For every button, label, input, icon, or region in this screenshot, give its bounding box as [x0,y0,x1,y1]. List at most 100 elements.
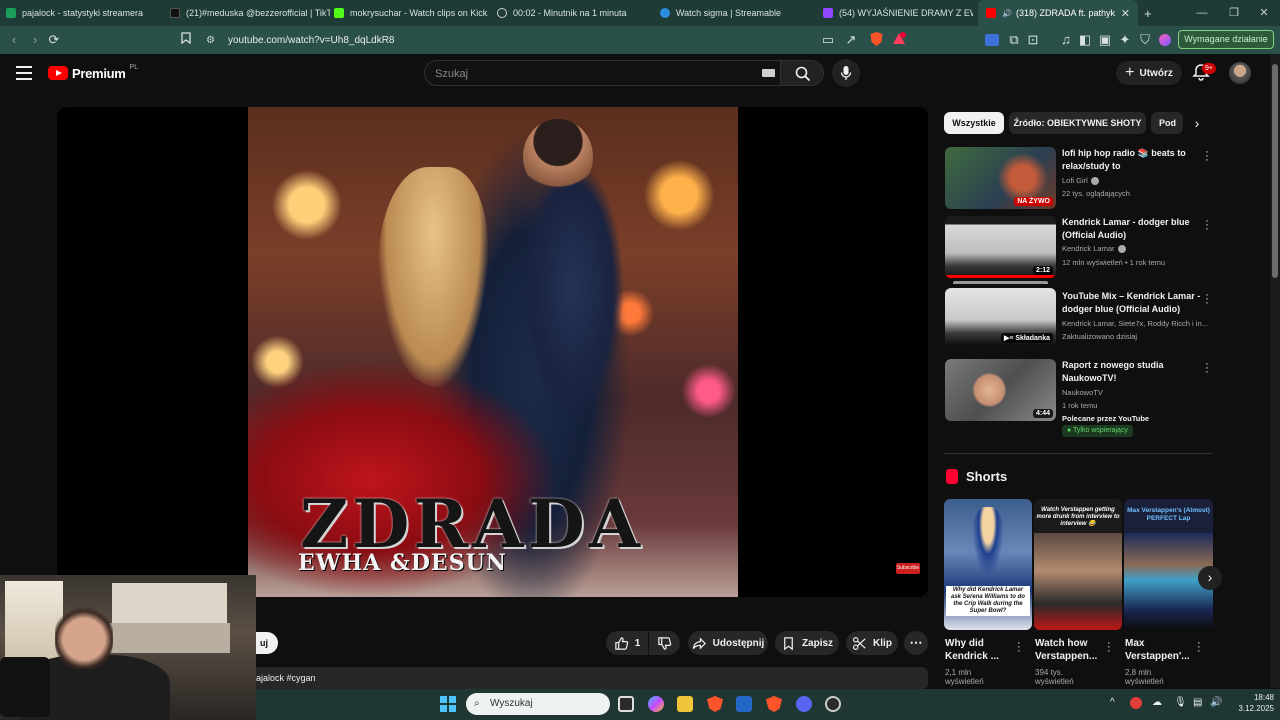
scrollbar-thumb[interactable] [1272,64,1278,278]
kebab-menu-icon[interactable]: · · · [1197,638,1201,657]
address-bar[interactable]: ⚙ youtube.com/watch?v=Uh8_dqLdkR8 [198,29,912,51]
chip-source[interactable]: Źródło: OBIEKTYWNE SHOTY [1009,112,1146,134]
like-button[interactable]: 1 [606,631,648,655]
site-info-icon[interactable]: ⚙ [206,35,220,46]
shorts-icon [946,469,958,484]
vpn-icon[interactable]: ⛉ [1137,32,1153,48]
action-required-button[interactable]: Wymagane działanie [1178,30,1274,49]
taskbar-search[interactable]: ⌕ Wyszukaj [466,693,610,715]
plus-icon: + [1125,64,1135,81]
list-item[interactable]: ▶≡ Składanka YouTube Mix – Kendrick Lama… [945,281,1213,348]
clock-time: 18:48 [1253,693,1274,702]
live-badge: NA ŻYWO [1014,197,1053,206]
list-item[interactable]: 4:44 Raport z nowego studia NaukowoTV! N… [945,359,1213,439]
keyboard-icon[interactable] [762,69,775,77]
chip-all[interactable]: Wszystkie [944,112,1004,134]
kebab-menu-icon[interactable]: · · · [1017,638,1021,657]
browser-tab-active[interactable]: 🔊 (318) ZDRADA ft. pathyk - Yo ✕ [978,0,1138,26]
screenshot-icon[interactable]: ⊡ [1025,32,1041,48]
search-input[interactable] [435,66,735,81]
search-button[interactable] [780,60,824,86]
short-title[interactable]: Max Verstappen'... [1125,637,1199,663]
microsoft-store-icon[interactable] [736,696,752,712]
short-thumbnail[interactable]: Watch Verstappen getting more drunk from… [1034,499,1122,630]
chip-more[interactable]: Pod [1151,112,1183,134]
share-page-icon[interactable]: ↗ [843,32,859,48]
network-icon[interactable]: ▤ [1193,697,1202,708]
microphone-icon[interactable]: 🎙 [1174,697,1187,708]
media-icon[interactable]: ♫ [1058,32,1074,48]
video-title: lofi hip hop radio 📚 beats to relax/stud… [1062,148,1186,171]
youtube-premium-logo[interactable]: Premium PL [48,64,138,81]
copilot-icon[interactable] [648,696,664,712]
browser-tab[interactable]: mokrysuchar - Watch clips on Kick [334,0,492,26]
description-box[interactable]: ajalock #cygan [244,667,928,689]
subscribe-watermark[interactable]: Subscribe [896,563,920,574]
tray-app-icon[interactable] [1130,697,1142,709]
kebab-menu-icon[interactable]: · · · [1204,359,1210,378]
puzzle-extensions-icon[interactable]: ⧉ [1006,32,1022,48]
new-tab-icon[interactable]: + [1144,0,1160,26]
dislike-button[interactable] [649,631,680,655]
tab-title: mokrysuchar - Watch clips on Kick [350,8,488,18]
speaker-icon: 🔊 [1002,8,1012,18]
list-item[interactable]: 2:12 Kendrick Lamar - dodger blue (Offic… [945,216,1213,280]
kebab-menu-icon[interactable]: · · · [1204,147,1210,166]
url-text: youtube.com/watch?v=Uh8_dqLdkR8 [228,34,395,46]
clip-button[interactable]: Klip [846,631,898,655]
browser-tab[interactable]: 00:02 - Minutnik na 1 minuta [497,0,655,26]
restore-icon[interactable]: ❐ [1218,0,1250,26]
system-clock[interactable]: 18:48 3.12.2025 [1228,692,1274,714]
watch-progress-bar [945,275,1056,278]
short-title[interactable]: Watch how Verstappen... [1035,637,1109,663]
share-button[interactable]: Udostępnij [688,631,768,655]
minimize-icon[interactable]: — [1186,0,1218,26]
brave-shields-icon[interactable] [868,32,884,48]
extension-icon[interactable] [985,32,1001,48]
forward-icon[interactable]: › [27,32,43,48]
video-title: YouTube Mix – Kendrick Lamar - dodger bl… [1062,291,1201,314]
task-view-icon[interactable] [618,696,634,712]
back-icon[interactable]: ‹ [6,32,22,48]
brave-rewards-icon[interactable] [891,32,907,48]
windows-start-icon[interactable] [440,696,456,712]
reload-icon[interactable]: ⟳ [46,32,62,48]
short-thumbnail[interactable]: Why did Kendrick Lamar ask Serena Willia… [944,499,1032,630]
cloud-icon[interactable]: ☁ [1152,697,1162,708]
browser-tab[interactable]: (21)#meduska @bezzerofficial | TikTok [170,0,330,26]
browser-tab[interactable]: pajalock - statystyki streamera [6,0,166,26]
avatar[interactable] [1229,62,1251,84]
file-explorer-icon[interactable] [677,696,693,712]
close-window-icon[interactable]: ✕ [1248,0,1280,26]
volume-icon[interactable]: 🔊 [1210,697,1222,708]
chevron-right-icon[interactable]: › [1183,112,1211,134]
short-thumbnail[interactable]: Max Verstappen's (Almost) PERFECT Lap [1124,499,1213,630]
more-actions-button[interactable]: ⋯ [904,631,928,655]
cast-icon[interactable]: ▭ [820,32,836,48]
menu-icon[interactable] [16,66,32,80]
short-title[interactable]: Why did Kendrick ... [945,637,1019,663]
browser-tab[interactable]: Watch sigma | Streamable [660,0,818,26]
kebab-menu-icon[interactable]: · · · [1107,638,1111,657]
close-tab-icon[interactable]: ✕ [1121,7,1130,20]
tray-overflow-icon[interactable]: ^ [1110,697,1115,708]
create-button[interactable]: + Utwórz [1116,61,1182,85]
voice-search-button[interactable] [832,59,860,87]
bookmark-icon[interactable] [178,32,194,48]
sidebar-toggle-icon[interactable]: ◧ [1077,32,1093,48]
save-button[interactable]: Zapisz [775,631,839,655]
short-caption: Watch Verstappen getting more drunk from… [1036,507,1120,527]
search-icon [795,66,811,82]
list-item[interactable]: NA ŻYWO lofi hip hop radio 📚 beats to re… [945,147,1213,211]
kebab-menu-icon[interactable]: · · · [1204,290,1210,309]
browser-tab[interactable]: (54) WYJAŚNIENIE DRAMY Z EWĄ C [823,0,973,26]
shorts-next-button[interactable]: › [1198,566,1222,590]
kebab-menu-icon[interactable]: · · · [1204,216,1210,235]
video-player[interactable]: ZDRADA EWHA &DESUN Subscribe [57,107,928,597]
leo-ai-icon[interactable]: ✦ [1117,32,1133,48]
profile-icon[interactable] [1157,32,1173,48]
discord-icon[interactable] [796,696,812,712]
tab-favicon-icon [6,8,16,18]
wallet-icon[interactable]: ▣ [1097,32,1113,48]
obs-icon[interactable] [825,696,841,712]
